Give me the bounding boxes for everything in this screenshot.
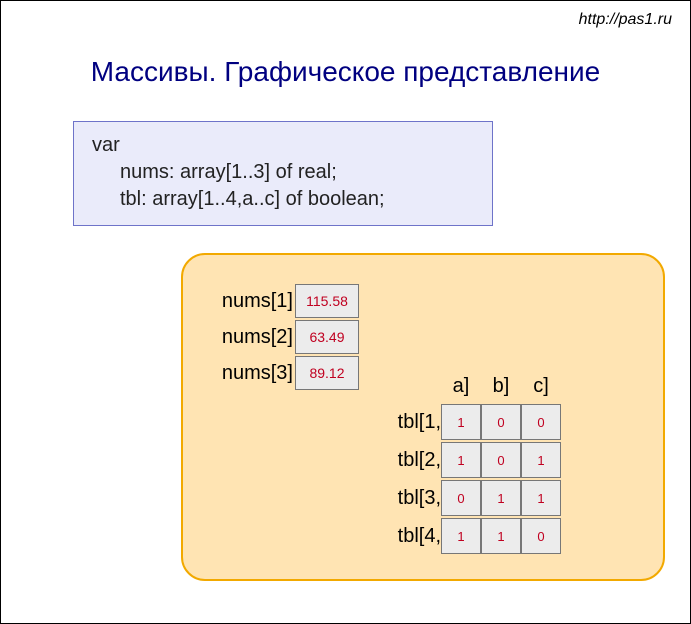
visualization-panel: nums[1] 115.58 nums[2] 63.49 nums[3] 89.…	[181, 253, 665, 581]
nums-cell: 115.58	[295, 284, 359, 318]
tbl-cell: 1	[441, 518, 481, 554]
tbl-row-label: tbl[4,	[385, 525, 441, 548]
tbl-row: tbl[4, 1 1 0	[385, 517, 561, 555]
nums-row: nums[1] 115.58	[207, 283, 359, 319]
tbl-cell: 1	[521, 442, 561, 478]
tbl-row: tbl[3, 0 1 1	[385, 479, 561, 517]
page-title: Массивы. Графическое представление	[1, 56, 690, 88]
nums-cell: 63.49	[295, 320, 359, 354]
tbl-cell: 0	[441, 480, 481, 516]
nums-index-label: nums[1]	[207, 290, 295, 313]
tbl-cell: 0	[481, 404, 521, 440]
tbl-header-row: a] b] c]	[441, 375, 561, 403]
tbl-col-header: b]	[481, 375, 521, 403]
code-declaration-box: var nums: array[1..3] of real; tbl: arra…	[73, 121, 493, 226]
tbl-cell: 1	[521, 480, 561, 516]
tbl-cell: 1	[481, 518, 521, 554]
source-url: http://pas1.ru	[579, 11, 672, 29]
page-frame: http://pas1.ru Массивы. Графическое пред…	[0, 0, 691, 624]
nums-index-label: nums[2]	[207, 326, 295, 349]
nums-row: nums[2] 63.49	[207, 319, 359, 355]
tbl-col-header: c]	[521, 375, 561, 403]
tbl-row: tbl[1, 1 0 0	[385, 403, 561, 441]
code-line-nums: nums: array[1..3] of real;	[92, 159, 474, 186]
code-line-tbl: tbl: array[1..4,a..c] of boolean;	[92, 186, 474, 213]
nums-row: nums[3] 89.12	[207, 355, 359, 391]
tbl-cell: 0	[521, 404, 561, 440]
tbl-cell: 1	[441, 404, 481, 440]
tbl-array-block: a] b] c] tbl[1, 1 0 0 tbl[2, 1 0 1 tbl[3…	[385, 375, 561, 555]
tbl-cell: 0	[481, 442, 521, 478]
tbl-row-label: tbl[3,	[385, 487, 441, 510]
tbl-cell: 0	[521, 518, 561, 554]
nums-array-block: nums[1] 115.58 nums[2] 63.49 nums[3] 89.…	[207, 283, 359, 391]
tbl-row-label: tbl[1,	[385, 411, 441, 434]
nums-cell: 89.12	[295, 356, 359, 390]
tbl-cell: 1	[441, 442, 481, 478]
tbl-row-label: tbl[2,	[385, 449, 441, 472]
code-line-var: var	[92, 132, 474, 159]
tbl-cell: 1	[481, 480, 521, 516]
tbl-row: tbl[2, 1 0 1	[385, 441, 561, 479]
nums-index-label: nums[3]	[207, 362, 295, 385]
tbl-col-header: a]	[441, 375, 481, 403]
